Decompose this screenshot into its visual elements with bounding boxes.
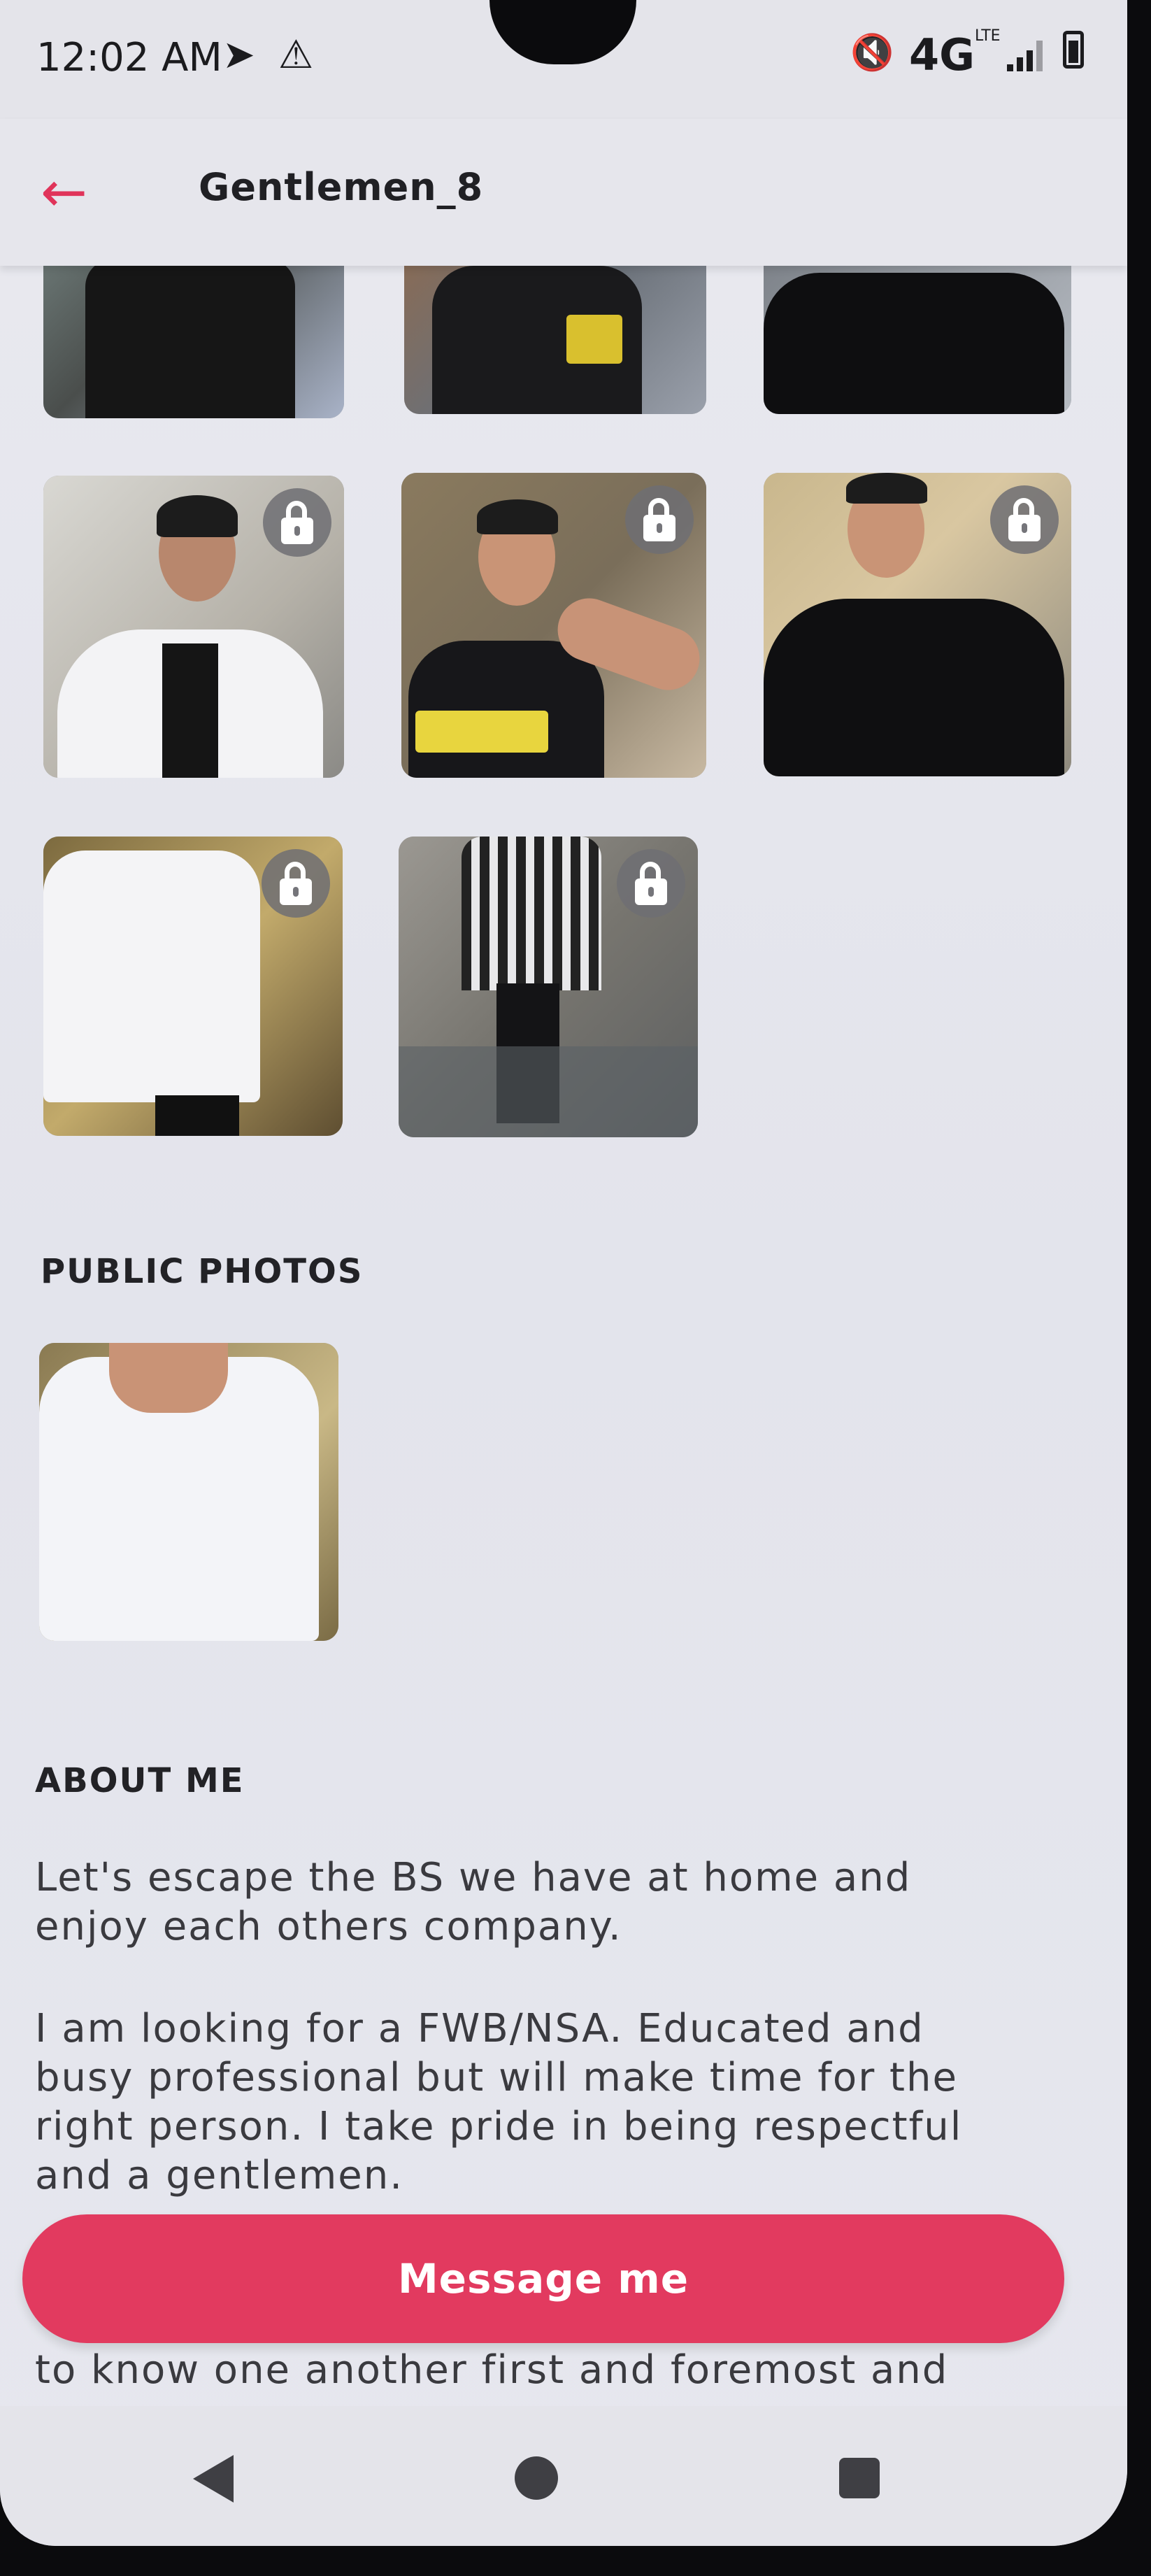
signal-icon	[1007, 41, 1049, 71]
app-header: ← Gentlemen_8	[0, 119, 1127, 266]
mute-icon: 🔇	[850, 32, 894, 73]
status-time: 12:02 AM	[36, 35, 222, 80]
phone-screen: 12:02 AM ➤ ⚠ 🔇 4G LTE ← Gentlemen_8 PUBL…	[0, 0, 1127, 2546]
private-photo-7[interactable]	[43, 837, 343, 1136]
private-photo-8[interactable]	[399, 837, 698, 1137]
lock-icon	[625, 485, 694, 554]
about-line: and a gentlemen.	[35, 2153, 404, 2198]
battery-icon	[1063, 31, 1084, 69]
private-photo-6[interactable]	[764, 473, 1071, 776]
telegram-icon: ➤	[222, 32, 255, 78]
warning-icon: ⚠	[278, 32, 314, 78]
message-me-button[interactable]: Message me	[22, 2214, 1064, 2343]
private-photo-5[interactable]	[401, 473, 706, 778]
nav-home-icon[interactable]	[515, 2456, 558, 2500]
about-paragraph-2: I am looking for a FWB/NSA. Educated and…	[35, 2005, 1014, 2200]
page-title: Gentlemen_8	[199, 165, 484, 209]
about-paragraph-1: Let's escape the BS we have at home and …	[35, 1853, 1014, 1951]
nav-recent-icon[interactable]	[839, 2458, 880, 2498]
network-subtype: LTE	[975, 27, 1001, 45]
arrow-left-icon[interactable]: ←	[41, 164, 96, 220]
lock-icon	[263, 488, 331, 557]
about-line-partial: to know one another first and foremost a…	[35, 2347, 949, 2393]
public-photos-heading: PUBLIC PHOTOS	[41, 1252, 364, 1291]
nav-back-icon[interactable]	[193, 2455, 234, 2503]
public-photo-1[interactable]	[39, 1343, 338, 1641]
about-me-heading: ABOUT ME	[35, 1761, 245, 1800]
system-nav-bar	[0, 2406, 1127, 2546]
about-line: right person. I take pride in being resp…	[35, 2104, 963, 2149]
lock-icon	[990, 485, 1059, 554]
private-photo-4[interactable]	[43, 476, 344, 778]
about-line: I am looking for a FWB/NSA. Educated and	[35, 2006, 924, 2051]
about-line: enjoy each others company.	[35, 1904, 622, 1949]
about-line: Let's escape the BS we have at home and	[35, 1855, 912, 1900]
about-line: busy professional but will make time for…	[35, 2055, 958, 2100]
lock-icon	[617, 849, 685, 918]
lock-icon	[262, 849, 330, 918]
network-type: 4G	[909, 29, 975, 80]
